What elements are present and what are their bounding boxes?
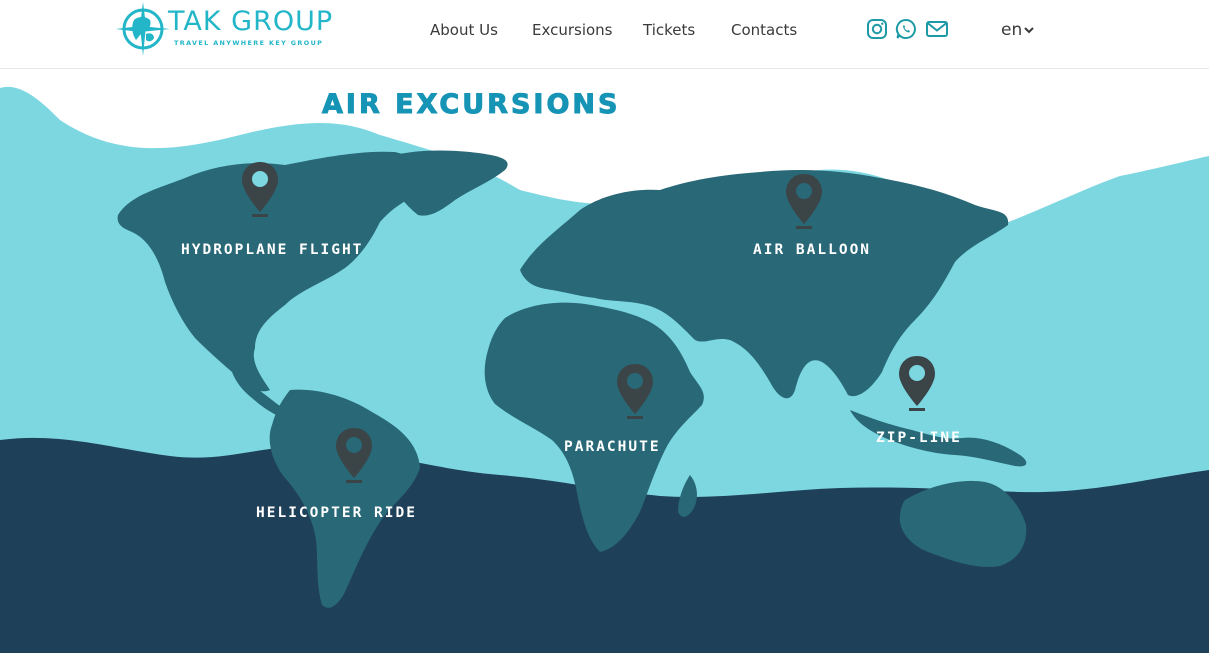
location-pin-icon[interactable] [615,362,655,420]
page-title: AIR EXCURSIONS [321,89,621,121]
chevron-down-icon [1024,27,1034,34]
mail-icon[interactable] [925,18,949,40]
location-pin-icon[interactable] [334,426,374,484]
brand-name: TAK GROUP [168,6,334,37]
destination-hydroplane-flight[interactable]: HYDROPLANE FLIGHT [181,242,363,258]
site-header: TAK GROUP TRAVEL ANYWHERE KEY GROUP Abou… [0,0,1209,69]
language-selector[interactable]: en [1001,20,1034,40]
nav-contacts[interactable]: Contacts [731,21,797,39]
nav-about-us[interactable]: About Us [430,21,498,39]
whatsapp-icon[interactable] [895,18,917,40]
nav-excursions[interactable]: Excursions [532,21,613,39]
logo[interactable]: TAK GROUP TRAVEL ANYWHERE KEY GROUP [116,2,356,58]
destination-helicopter-ride[interactable]: HELICOPTER RIDE [256,505,417,521]
nav-tickets[interactable]: Tickets [643,21,695,39]
location-pin-icon[interactable] [240,160,280,218]
language-current: en [1001,20,1023,40]
location-pin-icon[interactable] [784,172,824,230]
brand-tagline: TRAVEL ANYWHERE KEY GROUP [174,39,324,47]
globe-logo-icon [116,2,170,56]
instagram-icon[interactable] [866,18,888,40]
destination-air-balloon[interactable]: AIR BALLOON [753,242,871,258]
destination-parachute[interactable]: PARACHUTE [564,439,661,455]
destination-zip-line[interactable]: ZIP-LINE [876,430,962,446]
location-pin-icon[interactable] [897,354,937,412]
